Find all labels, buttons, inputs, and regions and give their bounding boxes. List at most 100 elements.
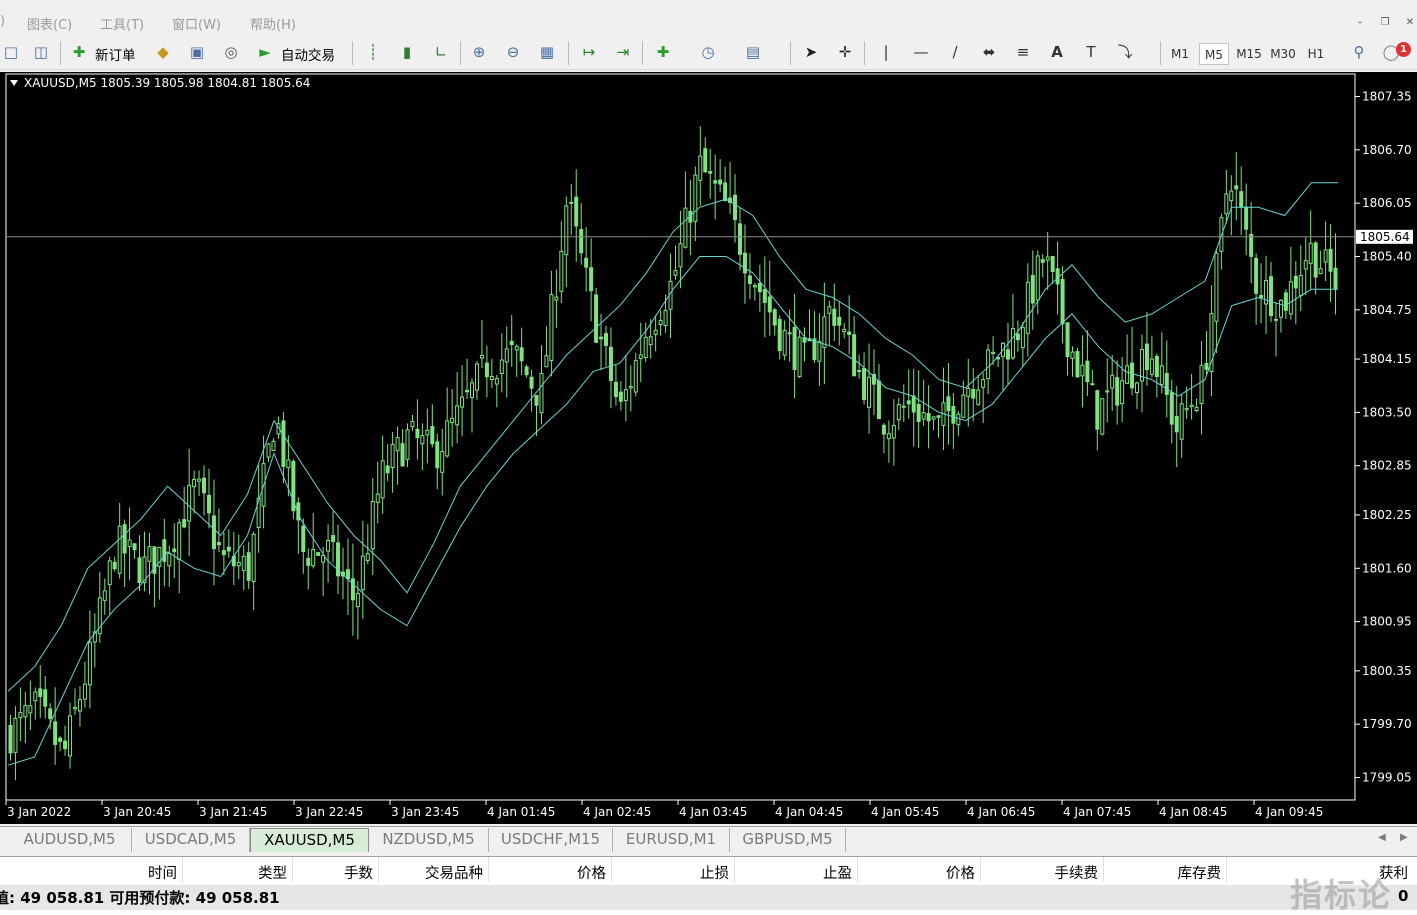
cursor-icon[interactable]: ➤ xyxy=(800,41,822,63)
templates-icon[interactable]: ▤ xyxy=(742,41,764,63)
tab-scroll-left-icon[interactable]: ◀ xyxy=(1378,832,1386,843)
zoom-out-icon[interactable]: ⊖ xyxy=(502,41,524,63)
menu-partial[interactable]: ) xyxy=(0,14,5,29)
periods-clock-icon[interactable]: ◷ xyxy=(697,41,719,63)
menu-charts[interactable]: 图表(C) xyxy=(27,14,72,33)
trendline-icon[interactable]: ∕ xyxy=(944,41,966,63)
zoom-in-icon[interactable]: ⊕ xyxy=(468,41,490,63)
line-chart-icon[interactable]: ∟ xyxy=(430,41,452,63)
balance-row[interactable]: 值: 49 058.81 可用预付款: 49 058.81 0 xyxy=(0,885,1417,910)
candle-body xyxy=(594,294,599,343)
chart-shift-icon[interactable]: ↦ xyxy=(578,41,600,63)
timeframe-m1[interactable]: M1 xyxy=(1166,43,1194,65)
restore-button[interactable]: ❐ xyxy=(1375,14,1395,32)
col-volume[interactable]: 手数 xyxy=(344,862,373,883)
crosshair-icon[interactable]: ✛ xyxy=(834,41,856,63)
tab-usdcad[interactable]: USDCAD,M5 xyxy=(132,828,250,852)
col-symbol[interactable]: 交易品种 xyxy=(425,862,483,883)
tab-xauusd[interactable]: XAUUSD,M5 xyxy=(250,828,369,852)
candle-body xyxy=(693,174,698,222)
minimize-button[interactable]: – xyxy=(1350,14,1370,32)
candle-body xyxy=(842,328,847,333)
chart-canvas[interactable]: 1807.35 1806.70 1806.05 1805.40 1804.75 1804.… xyxy=(0,72,1417,824)
col-current-price[interactable]: 价格 xyxy=(946,862,975,883)
new-order-icon[interactable]: ✚ xyxy=(68,41,90,63)
candle-body xyxy=(1298,275,1303,296)
candle-body xyxy=(63,740,68,750)
col-commission[interactable]: 手续费 xyxy=(1055,862,1099,883)
auto-trade-icon[interactable]: ► xyxy=(254,41,276,63)
candle-body xyxy=(43,689,48,707)
candle-body xyxy=(1214,252,1219,322)
candle-body xyxy=(1025,281,1030,334)
candle-body xyxy=(380,460,385,499)
gold-bar-icon[interactable]: ◆ xyxy=(152,41,174,63)
equidistant-channel-icon[interactable]: ⬌ xyxy=(978,41,1000,63)
new-chart-icon[interactable]: □ xyxy=(0,41,22,63)
fibonacci-icon[interactable]: ≡ xyxy=(1012,41,1034,63)
candle-body xyxy=(1090,383,1095,386)
auto-trade-button[interactable]: 自动交易 xyxy=(281,44,335,64)
timeframe-m5[interactable]: M5 xyxy=(1199,43,1229,65)
col-price[interactable]: 价格 xyxy=(577,862,606,883)
timeframe-m30[interactable]: M30 xyxy=(1266,43,1300,65)
candle-body xyxy=(946,396,951,412)
navigator-icon[interactable]: ▣ xyxy=(186,41,208,63)
price-chart[interactable]: 1807.35 1806.70 1806.05 1805.40 1804.75 1804.… xyxy=(0,72,1417,824)
notification-badge[interactable]: 1 xyxy=(1396,42,1411,57)
x-tick-label: 3 Jan 2022 xyxy=(7,805,71,819)
signal-icon[interactable]: ◎ xyxy=(220,41,242,63)
menu-help[interactable]: 帮助(H) xyxy=(250,14,296,33)
candle-body xyxy=(365,553,370,561)
menu-window[interactable]: 窗口(W) xyxy=(172,14,221,33)
search-icon[interactable]: ⚲ xyxy=(1348,41,1370,63)
col-stop-loss[interactable]: 止损 xyxy=(700,862,729,883)
candle-body xyxy=(1323,249,1328,263)
profiles-icon[interactable]: ◫ xyxy=(30,41,52,63)
arrows-icon[interactable]: ⤵ xyxy=(1114,41,1136,63)
x-tick-label: 4 Jan 02:45 xyxy=(583,805,651,819)
candle-body xyxy=(1328,248,1333,272)
col-type[interactable]: 类型 xyxy=(258,862,287,883)
col-time[interactable]: 时间 xyxy=(148,862,177,883)
candle-body xyxy=(286,459,291,469)
col-swap[interactable]: 库存费 xyxy=(1178,862,1222,883)
candle-body xyxy=(197,478,202,482)
close-button[interactable]: ✕ xyxy=(1400,14,1417,32)
candle-body xyxy=(1115,377,1120,406)
candlestick-icon[interactable]: ▮ xyxy=(396,41,418,63)
candle-body xyxy=(1313,242,1318,278)
candle-body xyxy=(792,326,797,371)
col-take-profit[interactable]: 止盈 xyxy=(823,862,852,883)
candle-body xyxy=(504,348,509,363)
text-icon[interactable]: A xyxy=(1046,41,1068,63)
autoscroll-icon[interactable]: ⇥ xyxy=(612,41,634,63)
candle-body xyxy=(395,437,400,452)
candle-body xyxy=(1130,362,1135,389)
x-tick-label: 4 Jan 05:45 xyxy=(871,805,939,819)
tab-scroll-right-icon[interactable]: ▶ xyxy=(1400,832,1408,843)
candle-body xyxy=(206,494,211,514)
vertical-line-icon[interactable]: | xyxy=(875,41,897,63)
tab-eurusd[interactable]: EURUSD,M1 xyxy=(613,828,730,852)
candle-body xyxy=(127,539,132,548)
tab-audusd[interactable]: AUDUSD,M5 xyxy=(8,828,132,852)
candle-body xyxy=(236,562,241,567)
candle-body xyxy=(906,400,911,405)
tile-windows-icon[interactable]: ▦ xyxy=(536,41,558,63)
tab-gbpusd[interactable]: GBPUSD,M5 xyxy=(730,828,846,852)
text-label-icon[interactable]: T xyxy=(1080,41,1102,63)
tab-nzdusd[interactable]: NZDUSD,M5 xyxy=(369,828,489,852)
menu-tools[interactable]: 工具(T) xyxy=(100,14,144,33)
candle-body xyxy=(18,712,23,719)
timeframe-m15[interactable]: M15 xyxy=(1232,43,1266,65)
bar-chart-icon[interactable]: ┊ xyxy=(362,41,384,63)
candle-body xyxy=(112,561,117,570)
tab-usdchf[interactable]: USDCHF,M15 xyxy=(489,828,613,852)
candle-body xyxy=(72,706,77,710)
indicators-icon[interactable]: ✚ xyxy=(652,41,674,63)
new-order-button[interactable]: 新订单 xyxy=(95,44,136,64)
horizontal-line-icon[interactable]: — xyxy=(910,41,932,63)
timeframe-h1[interactable]: H1 xyxy=(1302,43,1330,65)
candle-body xyxy=(956,413,961,426)
